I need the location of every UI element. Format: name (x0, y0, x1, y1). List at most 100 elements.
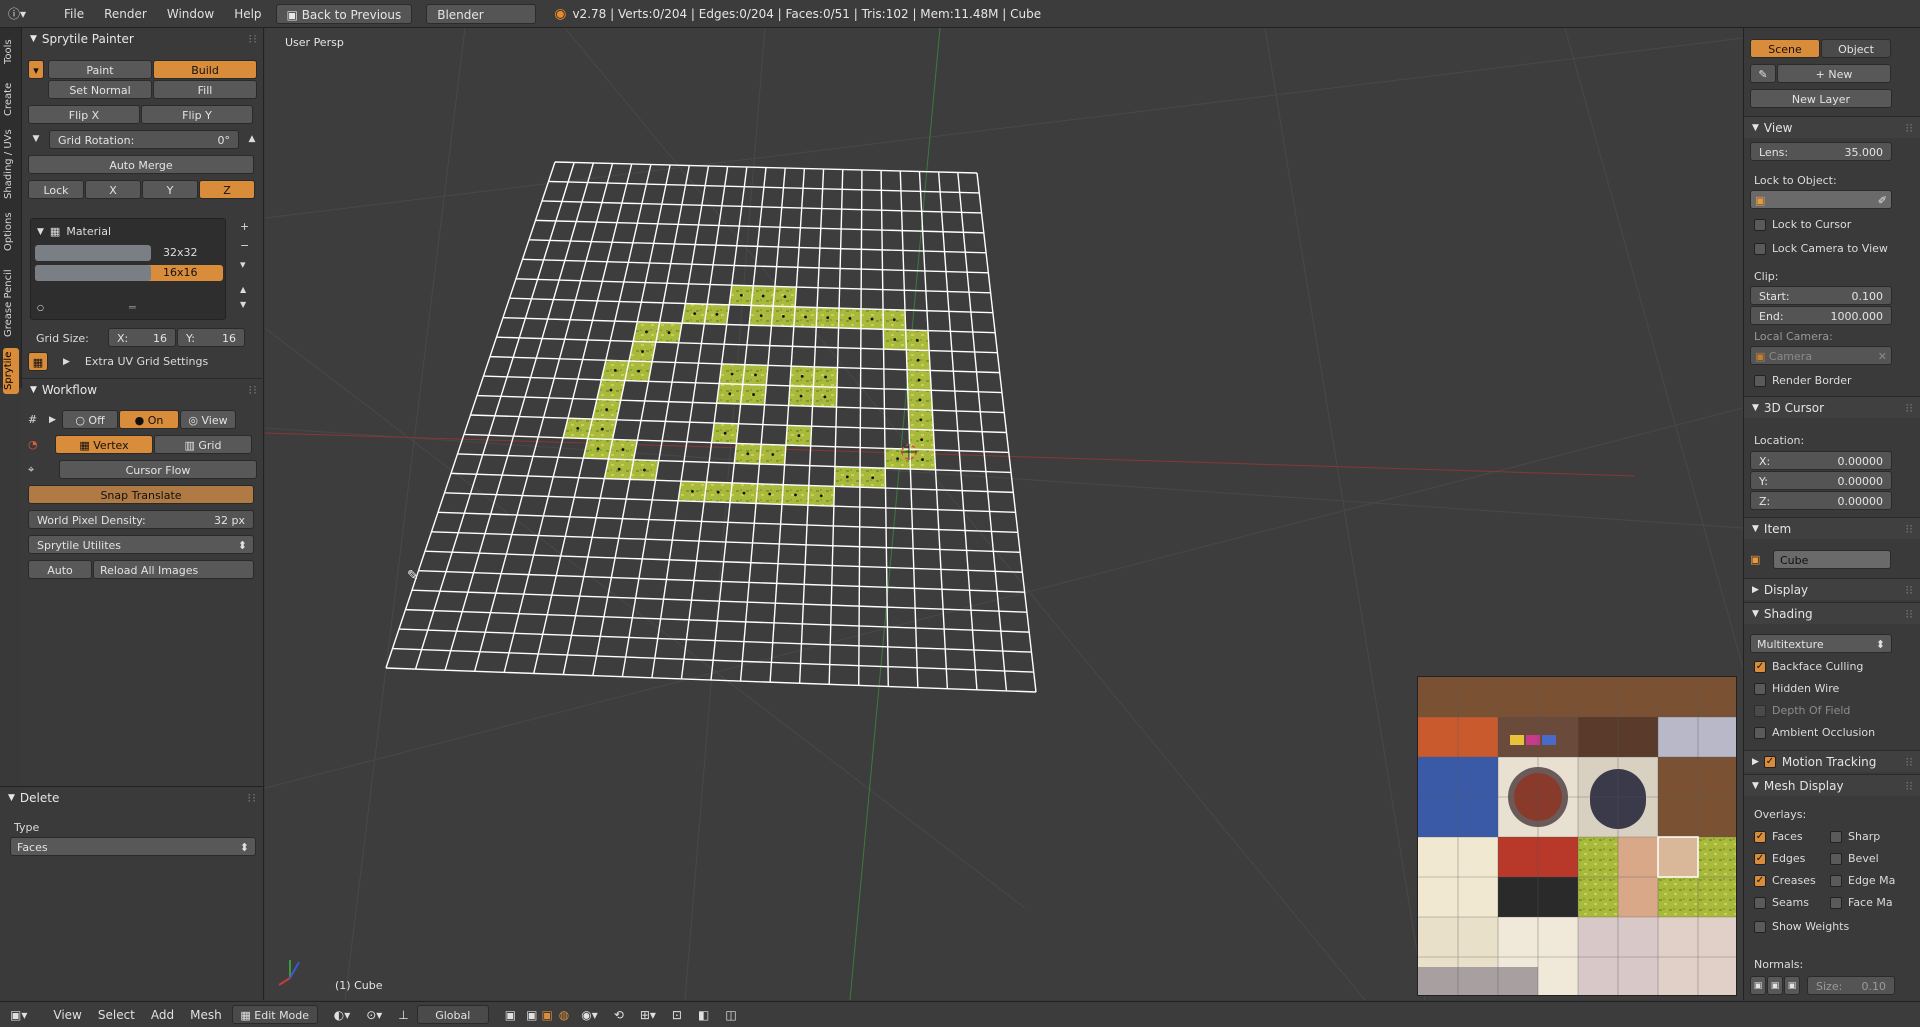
workflow-panel-header[interactable]: ▼ Workflow ⁝⁝ (22, 378, 264, 400)
grid-rotation-field[interactable]: Grid Rotation: 0° (49, 130, 239, 149)
ao-checkbox[interactable]: Ambient Occlusion (1754, 726, 1875, 739)
snap-translate-button[interactable]: Snap Translate (28, 485, 254, 504)
ao-box[interactable] (1754, 726, 1766, 739)
tab-grease-pencil[interactable]: Grease Pencil (3, 264, 19, 342)
reload-all-images-button[interactable]: Reload All Images (93, 560, 254, 579)
vertex-normals-icon[interactable]: ▣ (1750, 976, 1766, 995)
lock-camera-box[interactable] (1754, 242, 1766, 255)
rotate-right-icon[interactable]: ▲ (244, 130, 260, 149)
extra-uv-triangle-icon[interactable]: ▶ (63, 357, 70, 367)
bevel-overlay-box[interactable] (1830, 852, 1842, 865)
faces-overlay-checkbox[interactable]: ✓ Faces (1754, 830, 1803, 843)
grid-size-x-field[interactable]: X: 16 (108, 328, 176, 347)
lock-camera-checkbox[interactable]: Lock Camera to View (1754, 242, 1888, 255)
new-grease-pencil-button[interactable]: + New (1777, 64, 1891, 83)
filter-icon[interactable]: ○ (37, 303, 44, 312)
tab-sprytile[interactable]: Sprytile (3, 348, 19, 394)
grid-settings-icon[interactable]: ▦ (28, 352, 48, 371)
display-grip-icon[interactable]: ⁝⁝ (1905, 583, 1913, 597)
face-marks-overlay-box[interactable] (1830, 896, 1842, 909)
tab-object[interactable]: Object (1821, 39, 1891, 58)
flip-y-button[interactable]: Flip Y (141, 105, 253, 124)
move-down-icon[interactable]: ▼ (240, 300, 249, 309)
lens-field[interactable]: Lens: 35.000 (1750, 142, 1892, 161)
pivot-icon[interactable]: ⊙▾ (358, 1008, 390, 1022)
build-button[interactable]: Build (153, 60, 257, 79)
lock-object-field[interactable]: ▣ ✐ (1750, 190, 1892, 209)
render-border-box[interactable] (1754, 374, 1766, 387)
seams-overlay-box[interactable] (1754, 896, 1766, 909)
flip-x-button[interactable]: Flip X (28, 105, 140, 124)
menu-add[interactable]: Add (143, 1008, 182, 1022)
hidden-wire-checkbox[interactable]: Hidden Wire (1754, 682, 1839, 695)
faces-overlay-box[interactable]: ✓ (1754, 830, 1766, 843)
motion-tracking-box[interactable]: ✓ (1763, 755, 1776, 768)
expand-triangle-icon[interactable]: ▼ (37, 227, 44, 237)
sprytile-mode-icon[interactable]: ▾ (28, 60, 44, 79)
menu-help[interactable]: Help (224, 7, 271, 21)
occlude-icon[interactable]: ◍ (555, 1008, 573, 1022)
tileset-image[interactable] (1418, 677, 1737, 996)
delete-panel-header[interactable]: ▼ Delete ⁝⁝ (0, 787, 263, 809)
specials-icon[interactable]: ▾ (240, 258, 249, 271)
viewport-shading-icon[interactable]: ◐▾ (326, 1008, 359, 1022)
mesh-display-header[interactable]: ▼ Mesh Display ⁝⁝ (1744, 774, 1920, 796)
sprytile-panel-header[interactable]: ▼ Sprytile Painter ⁝⁝ (22, 28, 264, 50)
dof-checkbox[interactable]: Depth Of Field (1754, 704, 1850, 717)
snap-target-icon[interactable]: ⊡ (664, 1008, 690, 1022)
split-normals-icon[interactable]: ▣ (1767, 976, 1783, 995)
render-border-checkbox[interactable]: Render Border (1754, 374, 1852, 387)
grease-pencil-icon[interactable]: ✎ (1750, 64, 1776, 83)
lock-button[interactable]: Lock (28, 180, 84, 199)
menu-render[interactable]: Render (94, 7, 157, 21)
shading-section-header[interactable]: ▼ Shading ⁝⁝ (1744, 602, 1920, 624)
menu-view[interactable]: View (45, 1008, 89, 1022)
fill-button[interactable]: Fill (153, 80, 257, 99)
set-normal-button[interactable]: Set Normal (48, 80, 152, 99)
backface-culling-box[interactable]: ✓ (1754, 660, 1766, 673)
delete-grip-icon[interactable]: ⁝⁝ (247, 791, 257, 805)
editor-type-icon[interactable]: ▣▾ (0, 1008, 35, 1022)
view-grip-icon[interactable]: ⁝⁝ (1905, 121, 1913, 135)
snap-element-icon[interactable]: ⊞▾ (632, 1008, 664, 1022)
cursor-y-field[interactable]: Y: 0.00000 (1750, 471, 1892, 490)
cursor-z-field[interactable]: Z: 0.00000 (1750, 491, 1892, 510)
cursor-x-field[interactable]: X: 0.00000 (1750, 451, 1892, 470)
render-icon[interactable]: ◧ (690, 1008, 717, 1022)
workflow-expand-icon[interactable]: ▶ (49, 415, 61, 425)
proportional-icon[interactable]: ◉▾ (573, 1008, 606, 1022)
face-marks-overlay-checkbox[interactable]: Face Ma (1830, 896, 1893, 909)
workflow-grip-icon[interactable]: ⁝⁝ (248, 383, 258, 397)
mesh-edge[interactable] (431, 531, 1021, 553)
snap-off-button[interactable]: ○ Off (62, 410, 118, 429)
menu-select[interactable]: Select (90, 1008, 143, 1022)
cursor-flow-button[interactable]: Cursor Flow (59, 460, 257, 479)
delete-type-select[interactable]: Faces ⬍ (10, 837, 256, 856)
grid-item-16[interactable]: 16x16 (35, 265, 223, 281)
snap-vertex-button[interactable]: ▦ Vertex (55, 435, 153, 454)
edge-marks-overlay-checkbox[interactable]: Edge Ma (1830, 874, 1895, 887)
resize-handle[interactable]: ═ (129, 301, 136, 314)
edges-overlay-box[interactable]: ✓ (1754, 852, 1766, 865)
motion-grip-icon[interactable]: ⁝⁝ (1905, 755, 1913, 769)
info-icon[interactable]: ⓘ▾ (0, 5, 36, 22)
clear-icon[interactable]: ✕ (1878, 347, 1887, 364)
mode-select[interactable]: ▦ Edit Mode (231, 1005, 318, 1024)
tileset-preview[interactable] (1417, 676, 1737, 996)
sprytile-utilities-dropdown[interactable]: Sprytile Utilites ⬍ (28, 535, 254, 554)
face-select-icon[interactable]: ▣ (539, 1008, 554, 1022)
creases-overlay-checkbox[interactable]: ✓ Creases (1754, 874, 1816, 887)
drag-grip-icon[interactable]: ⁝⁝ (248, 32, 258, 46)
snap-on-button[interactable]: ● On (119, 410, 179, 429)
auto-reload-toggle[interactable]: Auto (28, 560, 92, 579)
world-pixel-density-field[interactable]: World Pixel Density: 32 px (28, 510, 254, 529)
lock-to-cursor-checkbox[interactable]: Lock to Cursor (1754, 218, 1851, 231)
cursor-grip-icon[interactable]: ⁝⁝ (1905, 401, 1913, 415)
tile-mesh[interactable] (385, 161, 1037, 693)
bevel-overlay-checkbox[interactable]: Bevel (1830, 852, 1879, 865)
mesh-edge[interactable] (424, 550, 1023, 573)
tab-shading-uvs[interactable]: Shading / UVs (3, 128, 19, 200)
mesh-edge[interactable] (437, 511, 1018, 534)
shading-mode-select[interactable]: Multitexture ⬍ (1750, 634, 1892, 653)
item-name-field[interactable]: Cube (1773, 550, 1891, 569)
